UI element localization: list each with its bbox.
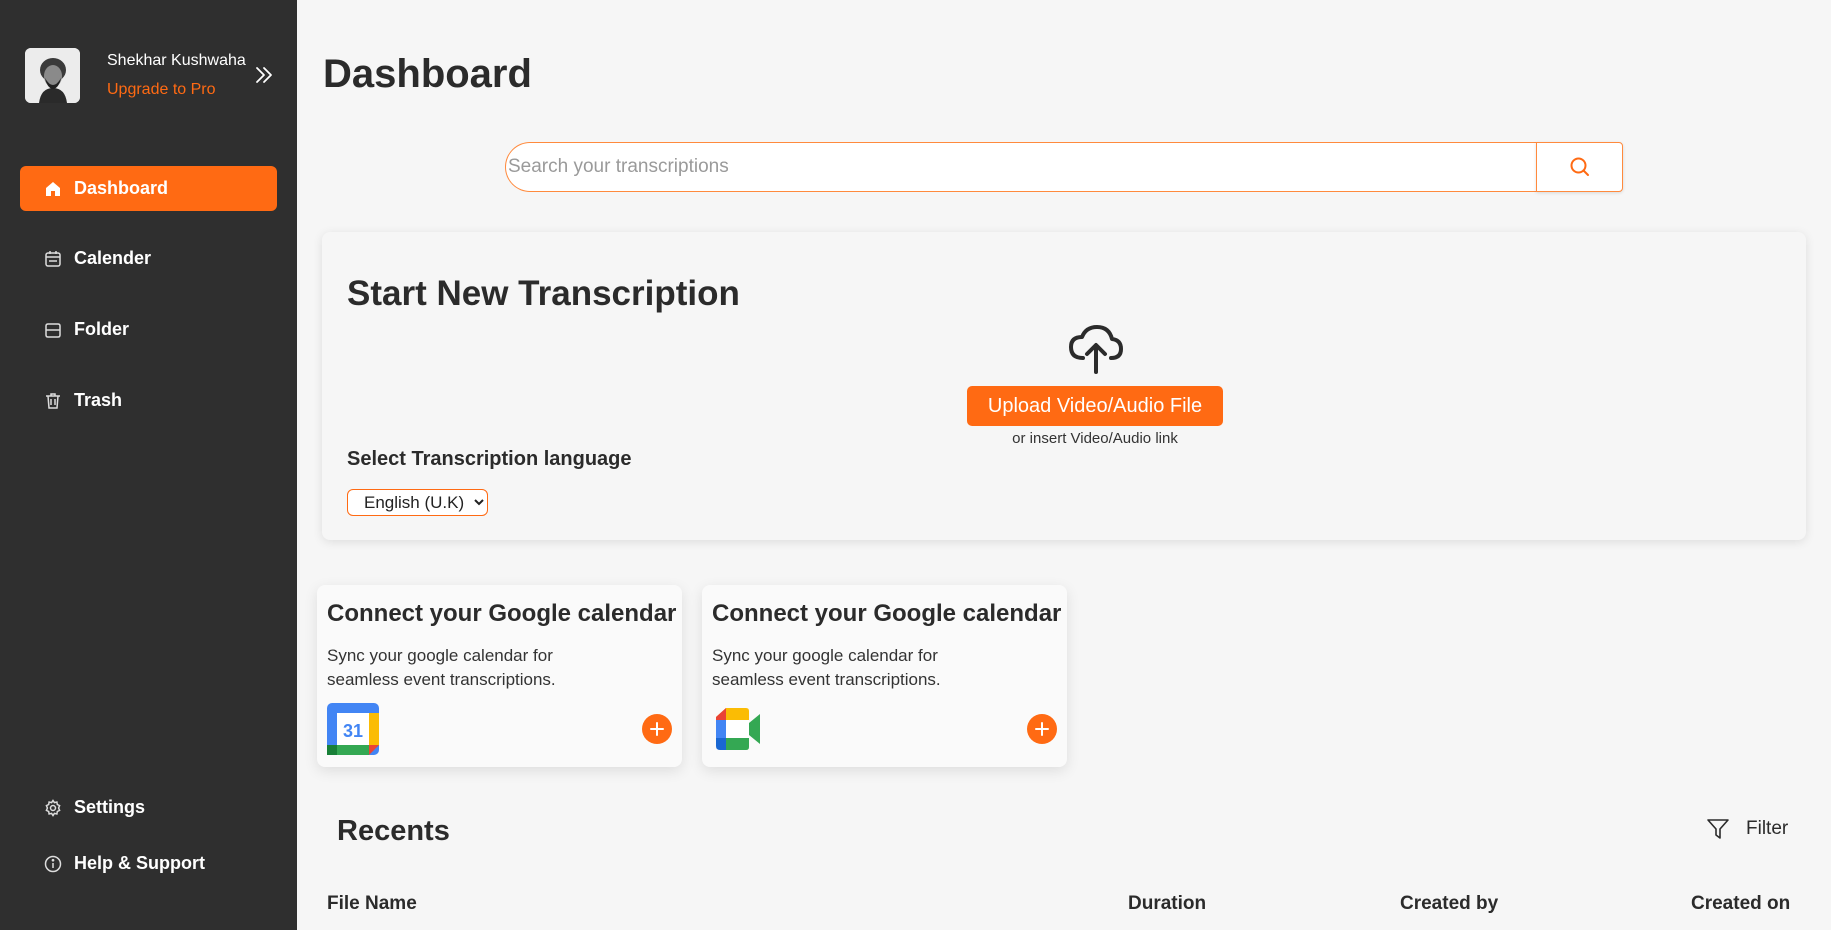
plus-icon xyxy=(650,722,664,736)
google-meet-icon xyxy=(712,703,764,755)
integration-title: Connect your Google calendar xyxy=(327,600,677,627)
home-icon xyxy=(44,180,62,198)
avatar[interactable] xyxy=(25,48,80,103)
sidebar-item-trash[interactable]: Trash xyxy=(20,378,277,423)
column-header-file-name[interactable]: File Name xyxy=(327,893,417,915)
search-bar xyxy=(505,142,1623,192)
column-header-duration[interactable]: Duration xyxy=(1128,893,1206,915)
language-select[interactable]: English (U.K) xyxy=(347,489,488,516)
page-title: Dashboard xyxy=(323,52,532,96)
search-button[interactable] xyxy=(1536,142,1623,192)
sidebar-item-label: Calender xyxy=(74,248,152,268)
svg-text:31: 31 xyxy=(343,721,363,741)
info-icon xyxy=(44,855,62,873)
sidebar-item-label: Dashboard xyxy=(74,178,169,198)
sidebar-item-label: Settings xyxy=(74,797,146,817)
upload-file-button[interactable]: Upload Video/Audio File xyxy=(967,386,1223,426)
user-name: Shekhar Kushwaha xyxy=(107,52,246,69)
search-icon xyxy=(1570,157,1589,176)
sidebar-item-calender[interactable]: Calender xyxy=(20,236,277,281)
language-label: Select Transcription language xyxy=(347,448,632,470)
sidebar-item-help-support[interactable]: Help & Support xyxy=(20,841,277,886)
sidebar-item-label: Trash xyxy=(74,390,123,410)
gear-icon xyxy=(44,798,62,817)
sidebar: Shekhar Kushwaha Upgrade to Pro Dashboar… xyxy=(0,0,297,930)
add-integration-button[interactable] xyxy=(1027,714,1057,744)
upgrade-link[interactable]: Upgrade to Pro xyxy=(107,79,246,101)
search-input[interactable] xyxy=(505,142,1536,192)
integration-card-google-meet: Connect your Google calendar Sync your g… xyxy=(702,585,1067,767)
column-header-created-on[interactable]: Created on xyxy=(1691,893,1790,915)
filter-button[interactable]: Filter xyxy=(1706,818,1788,840)
folder-icon xyxy=(44,321,62,339)
trash-icon xyxy=(44,392,62,410)
collapse-sidebar-icon[interactable] xyxy=(253,64,275,86)
sidebar-item-folder[interactable]: Folder xyxy=(20,307,277,352)
sidebar-item-label: Folder xyxy=(74,319,130,339)
transcription-title: Start New Transcription xyxy=(347,274,740,313)
sidebar-item-label: Help & Support xyxy=(74,853,205,873)
google-calendar-icon: 31 xyxy=(327,703,379,755)
plus-icon xyxy=(1035,722,1049,736)
filter-label: Filter xyxy=(1746,818,1789,839)
sidebar-item-settings[interactable]: Settings xyxy=(20,785,277,830)
integration-title: Connect your Google calendar xyxy=(712,600,1062,627)
add-integration-button[interactable] xyxy=(642,714,672,744)
integration-description: Sync your google calendar for seamless e… xyxy=(327,646,556,689)
filter-icon xyxy=(1707,819,1729,839)
insert-link-text[interactable]: or insert Video/Audio link xyxy=(967,430,1223,447)
user-profile: Shekhar Kushwaha Upgrade to Pro xyxy=(25,48,246,103)
recents-title: Recents xyxy=(337,815,450,847)
integration-description: Sync your google calendar for seamless e… xyxy=(712,646,941,689)
calendar-icon xyxy=(44,250,62,268)
cloud-upload-icon[interactable] xyxy=(1067,324,1125,376)
column-header-created-by[interactable]: Created by xyxy=(1400,893,1498,915)
new-transcription-card: Start New Transcription Upload Video/Aud… xyxy=(322,232,1806,540)
sidebar-item-dashboard[interactable]: Dashboard xyxy=(20,166,277,211)
integration-card-google-calendar: Connect your Google calendar Sync your g… xyxy=(317,585,682,767)
